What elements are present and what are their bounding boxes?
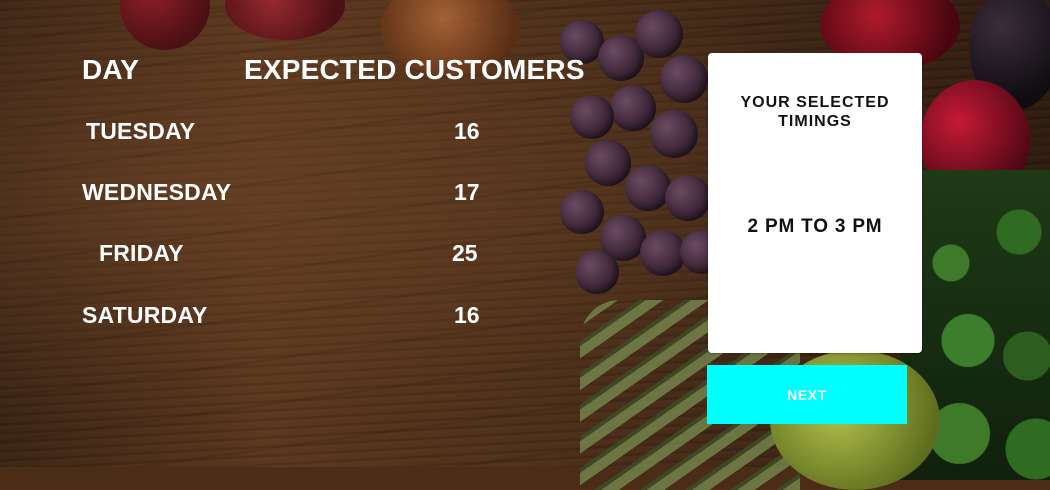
table-row: FRIDAY 25 — [0, 240, 620, 280]
day-cell: FRIDAY — [99, 240, 184, 266]
table-row: TUESDAY 16 — [0, 118, 620, 158]
day-cell: TUESDAY — [86, 118, 196, 144]
selected-timing-value: 2 PM TO 3 PM — [747, 216, 883, 237]
day-cell: SATURDAY — [82, 302, 208, 328]
table-row: SATURDAY 16 — [0, 302, 620, 342]
selected-timings-card: YOUR SELECTED TIMINGS 2 PM TO 3 PM — [708, 53, 922, 353]
expected-customers-column-header: EXPECTED CUSTOMERS — [244, 54, 585, 85]
table-row: WEDNESDAY 17 — [0, 179, 620, 219]
day-column-header: DAY — [82, 54, 140, 85]
expected-count-cell: 17 — [454, 179, 480, 205]
expected-count-cell: 25 — [452, 240, 478, 266]
day-cell: WEDNESDAY — [82, 179, 232, 205]
expected-count-cell: 16 — [454, 302, 480, 328]
expected-count-cell: 16 — [454, 118, 480, 144]
next-button[interactable]: NEXT — [707, 365, 907, 424]
selected-timings-title: YOUR SELECTED TIMINGS — [740, 94, 890, 130]
